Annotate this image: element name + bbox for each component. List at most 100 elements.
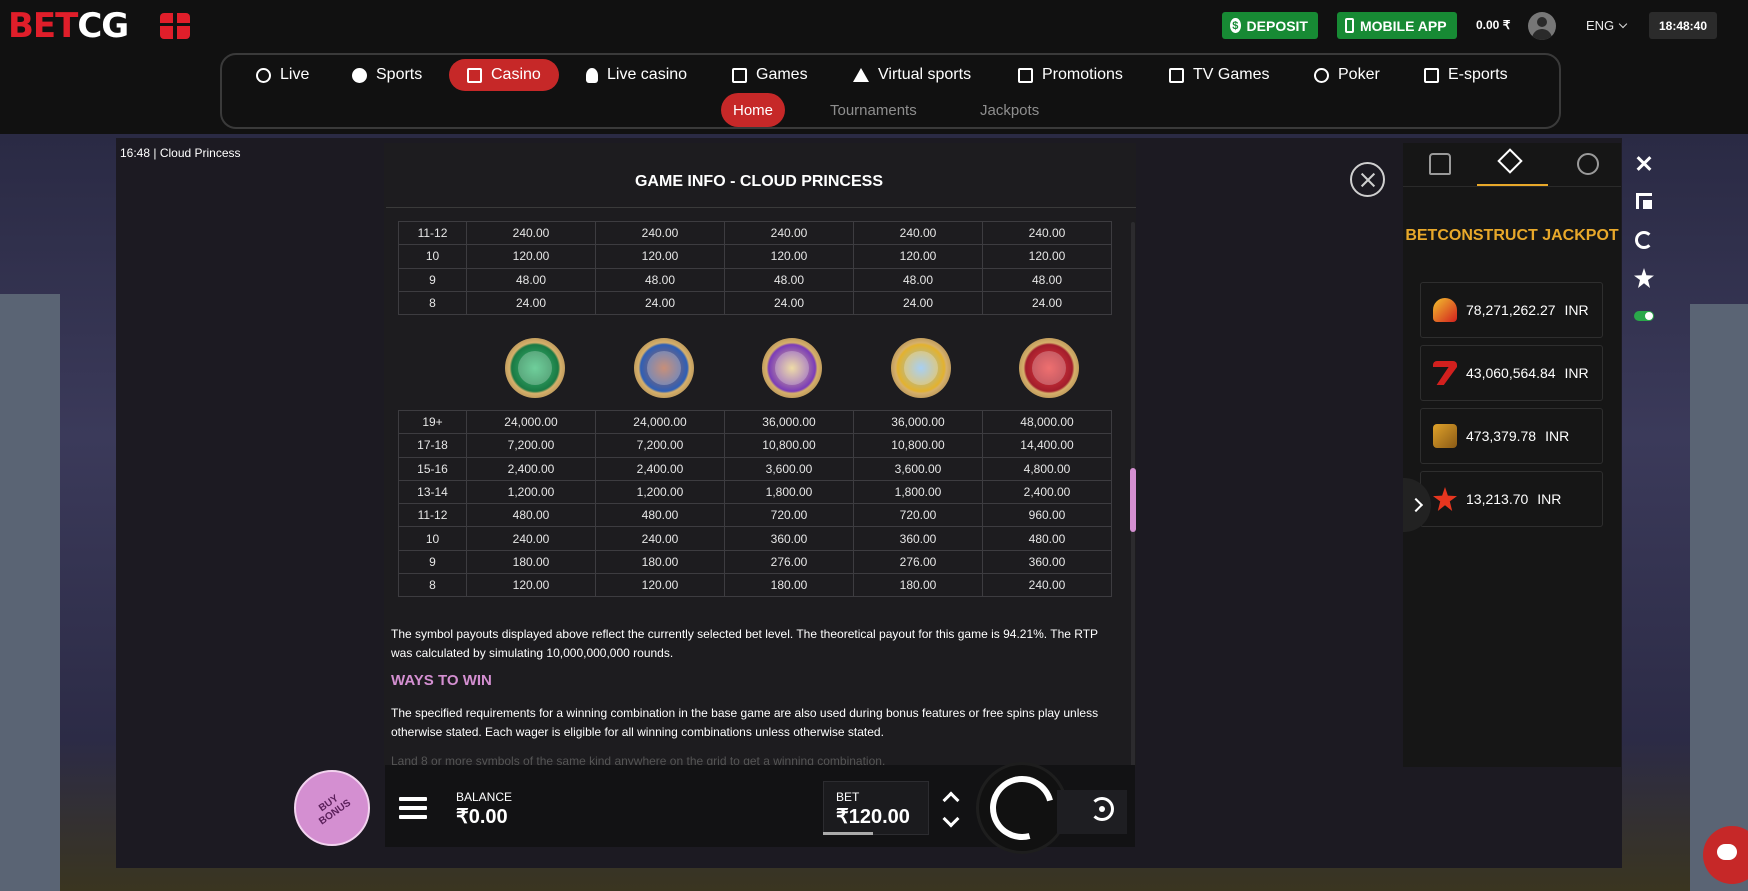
rtp-text: The symbol payouts displayed above refle… [391,627,1098,660]
award-tab-icon[interactable] [1577,153,1599,175]
jackpot-currency: INR [1564,365,1589,381]
virtual-icon [853,68,869,82]
gold-box-symbol-icon [891,338,951,398]
symbol-count-cell: 17-18 [398,433,467,458]
payout-cell: 48,000.00 [982,409,1112,435]
ways-to-win-heading: WAYS TO WIN [391,672,492,689]
nav-item-virtual-sports[interactable]: Virtual sports [853,59,971,91]
payout-cell: 120.00 [595,573,725,598]
payout-cell: 10,800.00 [853,433,983,458]
sub-nav-tournaments[interactable]: Tournaments [830,93,917,127]
divider [386,207,1136,208]
refresh-icon[interactable] [1635,231,1653,249]
payout-cell: 360.00 [724,526,854,551]
payout-cell: 2,400.00 [466,456,596,481]
nav-label: Promotions [1042,66,1123,83]
payout-cell: 240.00 [724,220,854,246]
treasure-chest-tab-icon[interactable] [1429,153,1451,175]
castle-tower-right [1690,304,1748,891]
nav-item-games[interactable]: Games [732,59,808,91]
sub-nav-jackpots[interactable]: Jackpots [980,93,1039,127]
payout-cell: 48.00 [853,267,983,292]
nav-item-casino[interactable]: Casino [449,59,559,91]
payout-cell: 480.00 [466,503,596,528]
balance-label: BALANCE [456,790,513,804]
fullscreen-icon[interactable] [1636,193,1652,209]
game-time: 16:48 [120,146,151,160]
payout-cell: 7,200.00 [595,433,725,458]
toggle-switch[interactable] [1634,311,1654,321]
payout-cell: 4,800.00 [982,456,1112,481]
symbol-count-cell: 11-12 [398,503,467,528]
payout-cell: 48.00 [466,267,596,292]
payout-cell: 960.00 [982,503,1112,528]
payout-cell: 180.00 [724,573,854,598]
spin-button[interactable] [976,762,1068,854]
bet-display[interactable]: BET ₹120.00 [823,781,929,835]
payout-cell: 24.00 [466,290,596,316]
payout-cell: 276.00 [853,549,983,575]
sub-nav-home[interactable]: Home [721,93,786,127]
payout-cell: 240.00 [982,573,1112,598]
nav-item-live-casino[interactable]: Live casino [586,59,687,91]
symbol-count-cell: 19+ [398,409,467,435]
paytable-row: 13-14 1,200.00 1,200.00 1,800.00 1,800.00 2,4… [398,479,1112,505]
payout-cell: 720.00 [853,503,983,528]
symbol-count-cell: 10 [398,244,467,269]
balance-value: ₹0.00 [456,806,508,828]
jackpot-row: 13,213.70 INR [1420,471,1603,527]
payout-cell: 120.00 [595,244,725,269]
payout-cell: 2,400.00 [982,479,1112,505]
live-icon [256,67,271,83]
nav-item-promotions[interactable]: Promotions [1018,59,1123,91]
game-name: Cloud Princess [159,146,241,160]
payout-cell: 48.00 [724,267,854,292]
autoplay-icon-dot [1099,806,1105,812]
payout-cell: 180.00 [595,549,725,575]
logo-text-cg: CG [77,6,129,46]
mobile-app-button[interactable]: MOBILE APP [1337,12,1457,39]
paytable-row: 11-12 240.00 240.00 240.00 240.00 240.00 [398,220,1112,246]
slot-icon [467,67,482,83]
buy-bonus-label: BUY BONUS [317,792,354,828]
symbol-count-cell: 10 [398,526,467,551]
scrollbar-thumb[interactable] [1130,468,1136,532]
main-navigation: Live Sports Casino Live casino Games Vir… [220,53,1561,129]
jester-hat-icon [1433,298,1457,322]
payout-cell: 24.00 [982,290,1112,316]
paytable-row: 19+ 24,000.00 24,000.00 36,000.00 36,000.00 4… [398,409,1112,435]
close-info-button[interactable] [1350,162,1385,197]
nav-item-e-sports[interactable]: E-sports [1424,59,1508,91]
nav-item-tv-games[interactable]: TV Games [1169,59,1269,91]
language-select[interactable]: ENG [1586,18,1628,33]
nav-label: Live [280,66,310,83]
payout-cell: 7,200.00 [466,433,596,458]
payout-cell: 240.00 [595,220,725,246]
close-game-icon[interactable] [1633,152,1655,174]
spin-icon [978,764,1066,852]
payout-cell: 120.00 [853,244,983,269]
symbol-count-cell: 13-14 [398,479,467,505]
deposit-button[interactable]: $ DEPOSIT [1222,12,1318,39]
payout-cell: 48.00 [982,267,1112,292]
payout-cell: 240.00 [595,526,725,551]
user-avatar-icon[interactable] [1528,12,1556,40]
castle-tower-left [0,294,60,891]
dice-icon [732,67,747,83]
nav-item-sports[interactable]: Sports [352,59,422,91]
phone-icon [1345,18,1354,33]
chip-icon [1314,67,1329,83]
top-header: BETCG $ DEPOSIT MOBILE APP 0.00 ₹ ENG 18… [0,0,1748,52]
red-octopus-symbol-icon [1019,338,1079,398]
buy-bonus-button[interactable]: BUY BONUS [294,770,370,846]
nav-item-live[interactable]: Live [256,59,309,91]
nav-main-row: Live Sports Casino Live casino Games Vir… [222,59,1559,91]
nav-item-poker[interactable]: Poker [1314,59,1380,91]
payout-cell: 24.00 [853,290,983,316]
jackpot-row: 473,379.78 INR [1420,408,1603,464]
brand-logo[interactable]: BETCG [8,6,129,46]
header-balance[interactable]: 0.00 ₹ [1476,18,1510,32]
menu-hamburger-icon[interactable] [399,797,427,819]
jackpot-amount: 78,271,262.27 [1466,302,1556,318]
language-label: ENG [1586,18,1615,33]
